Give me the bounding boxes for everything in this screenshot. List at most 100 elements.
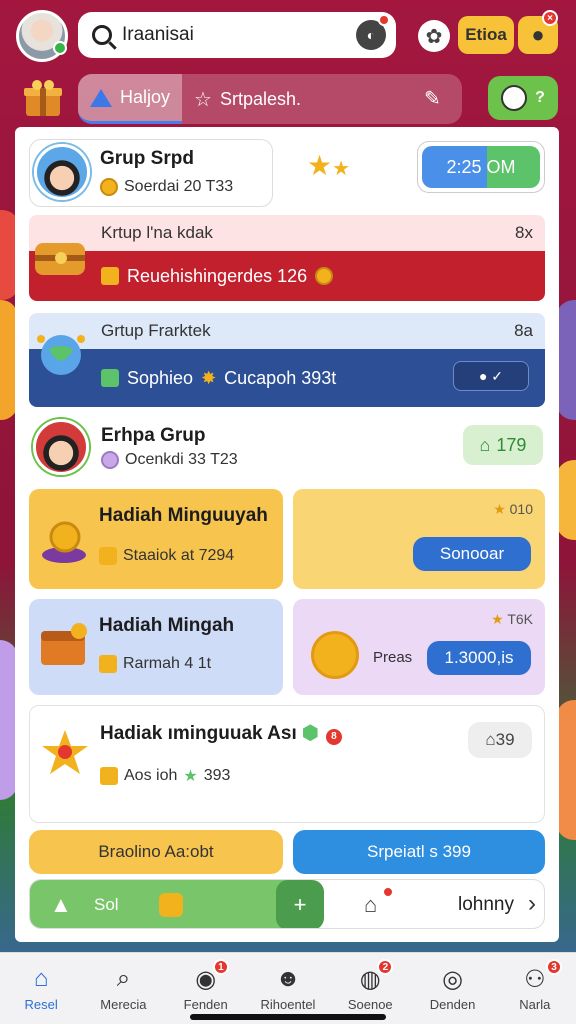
treasure-chest-icon: [41, 623, 87, 665]
chevron-right-icon[interactable]: ›: [528, 890, 536, 918]
group-subtitle-text: Ocenkdi 33 T23: [125, 451, 238, 468]
tab-denden[interactable]: ◎ Denden: [411, 953, 493, 1024]
user-icon: ◎: [442, 965, 464, 993]
group-title: Krtup l'na kdak: [101, 223, 213, 242]
reward-card-3[interactable]: Hadiak ıminguuak Ası ⬢ 8 Aos ioh ★ 393 ⌂…: [29, 705, 545, 823]
bottom-row: Sol ▲ + ⌂ lohnny ›: [29, 879, 545, 929]
user-avatar[interactable]: [16, 10, 68, 62]
house-icon: ⌂: [485, 730, 496, 749]
group-subtitle: Soerdai 20 T33: [100, 178, 233, 196]
reward-card-2[interactable]: Hadiah Mingah Rarmah 4 1t: [29, 599, 283, 695]
search-input[interactable]: [122, 24, 352, 46]
tab-label: Haljoy: [120, 87, 171, 107]
avatar: [33, 419, 89, 475]
card-badge: 8: [323, 726, 344, 747]
sparkle-icon: ✸: [201, 367, 217, 388]
ghost-icon: [501, 85, 528, 111]
house-icon: ⌂: [479, 434, 491, 455]
corner-count: 8x: [515, 223, 533, 242]
sub-bar: Haljoy ☆ Srtpalesh. ✎ ?: [14, 74, 564, 126]
thumbs-up-icon: ▲: [50, 892, 72, 917]
reward-card-1[interactable]: Hadiah Minguuyah Staaiok at 7294: [29, 489, 283, 589]
close-badge[interactable]: ×: [542, 10, 558, 26]
star-badge-icon: [99, 547, 117, 565]
gear-icon[interactable]: ✿: [418, 20, 450, 52]
pen-icon[interactable]: ✎: [424, 86, 448, 110]
search-icon: ⌕: [116, 965, 131, 992]
right-action-button[interactable]: Srpeiatl s 399: [293, 830, 545, 874]
yellow-action-button[interactable]: Etioa: [458, 16, 514, 54]
card-title: Hadiak ıminguuak Ası ⬢ 8: [100, 722, 344, 747]
gift-icon: [101, 267, 119, 285]
group-title: Grup Srpd: [100, 148, 194, 169]
corner-rating-value: 010: [509, 501, 533, 517]
coin-label: Preas: [373, 649, 413, 666]
tab-label: Resel: [24, 997, 58, 1012]
ghost-button[interactable]: ?: [488, 76, 558, 120]
group-header: Krtup l'na kdak 8x: [29, 215, 545, 251]
star-icon: ★: [493, 501, 506, 517]
search-bar[interactable]: ◐: [78, 12, 396, 58]
smile-icon: ☻: [275, 965, 301, 992]
card-title: Hadiah Minguuyah: [99, 505, 268, 526]
reward-card-2-action: ★ T6K Preas 1.3000,is: [293, 599, 545, 695]
background-deco: [556, 460, 576, 540]
plus-button[interactable]: +: [276, 880, 324, 928]
gem-icon: ⬢: [302, 723, 319, 744]
search-icon: [92, 25, 112, 45]
star-icon: ★: [183, 768, 198, 785]
tab-label: Merecia: [100, 997, 147, 1012]
jar-icon: [158, 893, 183, 917]
notification-dot: [382, 886, 394, 898]
tab-merecia[interactable]: ⌕ Merecia: [82, 953, 164, 1024]
group-card-1[interactable]: Grup Srpd Soerdai 20 T33: [29, 139, 273, 207]
gift-icon: [99, 655, 117, 673]
triangle-icon: [90, 88, 112, 107]
tab-label: Soenoe: [347, 997, 393, 1012]
ghost-button-label: ?: [535, 89, 545, 106]
count-pill[interactable]: ⌂ 39: [468, 722, 532, 758]
price-button[interactable]: 1.3000,is: [427, 641, 531, 675]
time-label: 2:25 OM: [422, 146, 540, 188]
gift-box-icon[interactable]: [22, 78, 64, 118]
tab-badge: 1: [212, 959, 229, 975]
tab-srtpalesh[interactable]: ☆ Srtpalesh.: [182, 74, 313, 124]
group-card-3[interactable]: Grtup Frarktek 8a Sophieo ✸ Cucapoh 393t…: [29, 313, 545, 407]
tab-badge: 2: [377, 959, 394, 975]
background-deco: [556, 700, 576, 840]
tab-narla[interactable]: ⚇ 3 Narla: [494, 953, 576, 1024]
coin-icon: [100, 178, 118, 196]
star-icon: ★: [491, 611, 504, 627]
tab-resel[interactable]: ⌂ Resel: [0, 953, 82, 1024]
online-indicator: [53, 41, 67, 55]
pill-count: 39: [495, 730, 515, 749]
avatar: [34, 144, 90, 200]
claim-button[interactable]: Sonooar: [413, 537, 531, 571]
coin-icon: [315, 267, 334, 285]
card-subtitle-text-2: 393: [203, 767, 231, 784]
status-pill[interactable]: ● ✓: [453, 361, 529, 391]
group-card-2[interactable]: Krtup l'na kdak 8x Reuehishingerdes 126: [29, 215, 545, 301]
card-subtitle-text: Aos ioh: [124, 767, 178, 784]
main-panel: Grup Srpd Soerdai 20 T33 ★ ★ 2:25 OM Krtu…: [15, 127, 559, 942]
bell-icon[interactable]: ⌂: [364, 892, 377, 918]
time-button[interactable]: 2:25 OM: [417, 141, 545, 193]
count-pill[interactable]: ⌂ 179: [463, 425, 543, 465]
home-indicator: [190, 1014, 386, 1020]
corner-rating-value: T6K: [507, 611, 533, 627]
coin-icon: [101, 451, 119, 469]
sol-label: Sol: [94, 895, 119, 914]
card-title: Hadiah Mingah: [99, 615, 235, 636]
pill-count: 179: [496, 434, 527, 455]
sol-button[interactable]: Sol: [30, 880, 310, 928]
tab-haljoy[interactable]: Haljoy: [78, 74, 183, 124]
tab-strip: Haljoy ☆ Srtpalesh. ✎: [78, 74, 462, 124]
card-subtitle: Staaiok at 7294: [99, 547, 234, 565]
treasure-chest-icon: [35, 243, 85, 275]
corner-rating: ★ T6K: [491, 611, 533, 628]
banner-text: Sophieo: [127, 367, 194, 388]
tab-label: Narla: [519, 997, 551, 1012]
bottom-row-label: lohnny: [458, 894, 514, 915]
left-action-button[interactable]: Braolino Aa:obt: [29, 830, 283, 874]
corner-count: 8a: [514, 321, 533, 340]
